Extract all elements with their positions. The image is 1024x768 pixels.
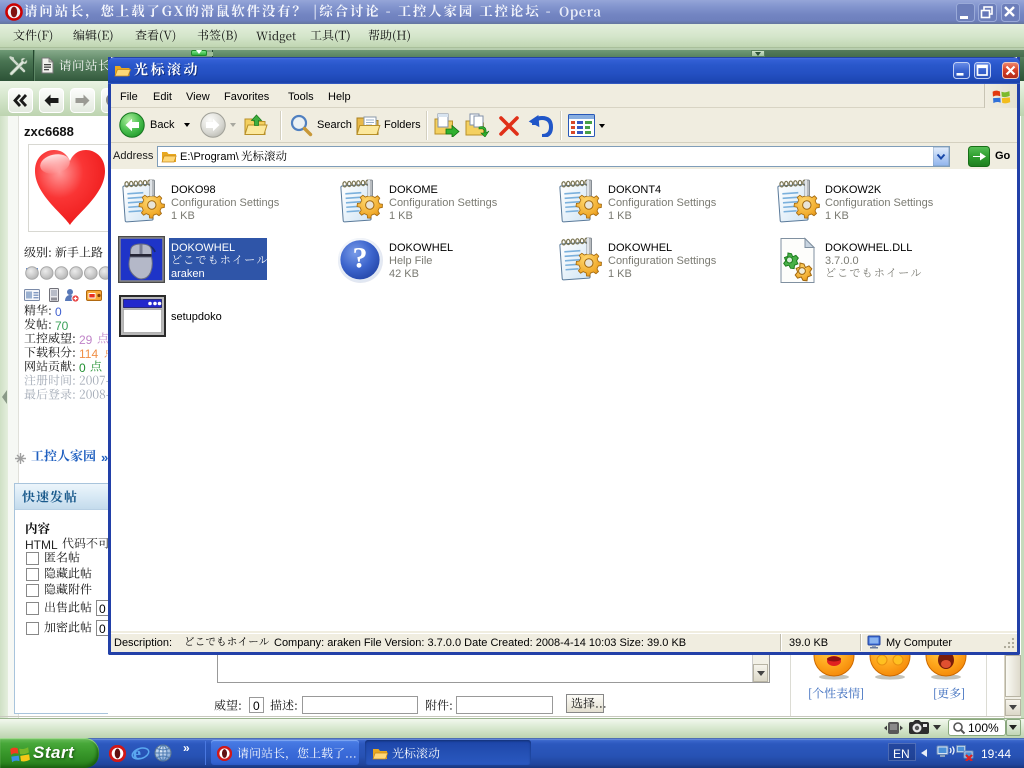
svg-text:?: ? bbox=[353, 242, 368, 275]
svg-text:e: e bbox=[133, 744, 141, 763]
